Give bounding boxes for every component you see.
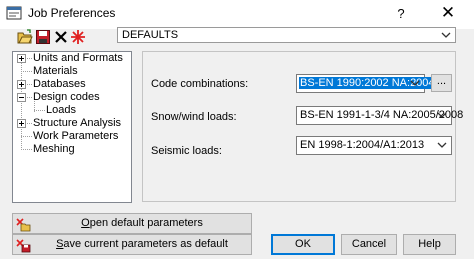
preset-value: DEFAULTS — [122, 29, 179, 41]
seismic-loads-combo[interactable]: EN 1998-1:2004/A1:2013 — [296, 136, 452, 155]
app-icon — [6, 5, 22, 21]
open-defaults-icon — [15, 216, 31, 232]
save-defaults-label: ave current parameters as default — [63, 238, 228, 250]
preferences-tree[interactable]: Units and Formats Materials Databases De… — [12, 51, 132, 203]
tree-expander-minus-icon[interactable] — [17, 93, 26, 102]
snow-wind-loads-label: Snow/wind loads: — [151, 111, 237, 123]
tree-item-design-codes[interactable]: Design codes — [33, 91, 100, 104]
preset-combo[interactable]: DEFAULTS — [117, 27, 456, 43]
chevron-down-icon[interactable] — [435, 138, 449, 153]
tree-connector — [21, 149, 32, 150]
seismic-loads-label: Seismic loads: — [151, 145, 222, 157]
window-title: Job Preferences — [28, 6, 116, 20]
title-help-button[interactable]: ? — [389, 2, 413, 26]
tree-item-work-parameters[interactable]: Work Parameters — [33, 130, 118, 143]
tree-connector — [21, 59, 22, 148]
seismic-loads-value: EN 1998-1:2004/A1:2013 — [300, 139, 425, 151]
code-combinations-browse-button[interactable]: ... — [431, 74, 452, 92]
open-default-parameters-button[interactable]: Open default parameters — [12, 213, 252, 234]
tree-item-loads[interactable]: Loads — [46, 104, 76, 117]
tree-item-materials[interactable]: Materials — [33, 65, 78, 78]
code-combinations-label: Code combinations: — [151, 78, 249, 90]
tree-expander-plus-icon[interactable] — [17, 80, 26, 89]
open-folder-icon[interactable] — [17, 29, 33, 45]
tree-item-meshing[interactable]: Meshing — [33, 143, 75, 156]
tree-item-structure-analysis[interactable]: Structure Analysis — [33, 117, 121, 130]
tree-expander-plus-icon[interactable] — [17, 54, 26, 63]
chevron-down-icon[interactable] — [439, 28, 453, 43]
chevron-down-icon[interactable] — [435, 108, 449, 123]
save-disk-icon[interactable] — [35, 29, 51, 45]
tree-connector — [34, 110, 45, 111]
code-combinations-combo[interactable]: BS-EN 1990:2002 NA:2004 — [296, 74, 436, 93]
ok-button[interactable]: OK — [271, 234, 335, 255]
tree-connector — [21, 136, 32, 137]
close-button[interactable]: ✕ — [436, 2, 460, 26]
open-defaults-label: pen default parameters — [89, 217, 203, 229]
help-button[interactable]: Help — [403, 234, 456, 255]
tree-item-databases[interactable]: Databases — [33, 78, 86, 91]
snow-wind-loads-combo[interactable]: BS-EN 1991-1-3/4 NA:2005/2008 — [296, 106, 463, 125]
open-defaults-accel: O — [81, 217, 90, 229]
tree-connector — [21, 71, 32, 72]
delete-x-icon[interactable] — [53, 29, 69, 45]
reset-star-icon[interactable] — [70, 29, 86, 45]
cancel-button[interactable]: Cancel — [341, 234, 397, 255]
tree-item-units-and-formats[interactable]: Units and Formats — [33, 52, 123, 65]
chevron-down-icon[interactable] — [408, 76, 422, 91]
tree-expander-plus-icon[interactable] — [17, 119, 26, 128]
save-default-parameters-button[interactable]: Save current parameters as default — [12, 234, 252, 255]
save-defaults-icon — [15, 237, 31, 253]
